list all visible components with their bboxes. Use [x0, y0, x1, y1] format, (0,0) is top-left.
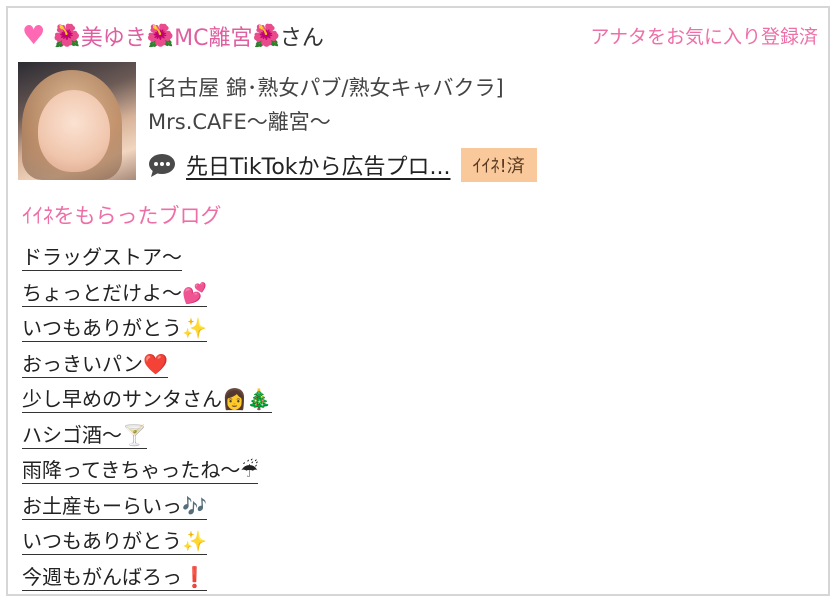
hibiscus-icon: 🌺 [146, 23, 175, 49]
list-item: ちょっとだけよ〜💕 [22, 276, 272, 312]
photo-face [38, 90, 110, 172]
list-item: ハシゴ酒〜🍸 [22, 418, 272, 454]
shop-row: [名古屋 錦･熟女パブ/熟女キャバクラ] Mrs.CAFE〜離宮〜 先日TikT… [18, 62, 818, 186]
blog-link[interactable]: 今週もがんばろっ❗ [22, 564, 207, 591]
list-item: いつもありがとう✨ [22, 524, 272, 560]
shop-category: [名古屋 錦･熟女パブ/熟女キャバクラ] [148, 76, 504, 100]
list-item: お土産もーらいっ🎶 [22, 489, 272, 525]
blog-link[interactable]: ハシゴ酒〜🍸 [22, 422, 147, 449]
card-header: ♥ 🌺 美ゆき 🌺 MC離宮 🌺 さん アナタをお気に入り登録済 [22, 20, 818, 54]
owner-honorific: さん [279, 26, 324, 51]
blog-link[interactable]: 雨降ってきちゃったね〜☔ [22, 458, 259, 484]
shop-name[interactable]: Mrs.CAFE〜離宮〜 [148, 106, 331, 136]
liked-blog-list: ドラッグストア〜 ちょっとだけよ〜💕 いつもありがとう✨ おっきいパン❤️ 少し… [22, 240, 272, 595]
blog-link[interactable]: いつもありがとう✨ [22, 316, 207, 342]
list-item: 今週もがんばろっ❗ [22, 560, 272, 596]
latest-blog-row: 先日TikTokから広告プロ... ｲｲﾈ!済 [148, 148, 537, 182]
section-title: ｲｲﾈをもらったブログ [22, 204, 222, 228]
speech-bubble-icon [149, 154, 175, 177]
hibiscus-icon: 🌺 [53, 23, 81, 49]
profile-photo[interactable] [18, 62, 136, 180]
blog-link[interactable]: ドラッグストア〜 [22, 245, 182, 271]
blog-link[interactable]: おっきいパン❤️ [22, 351, 168, 378]
blog-link[interactable]: お土産もーらいっ🎶 [22, 493, 207, 520]
list-item: ドラッグストア〜 [22, 240, 272, 276]
list-item: 少し早めのサンタさん👩‍🎄 [22, 382, 272, 418]
hibiscus-icon: 🌺 [252, 23, 280, 49]
favorite-status-link[interactable]: アナタをお気に入り登録済 [590, 22, 818, 49]
blog-link[interactable]: 少し早めのサンタさん👩‍🎄 [22, 387, 272, 413]
list-item: おっきいパン❤️ [22, 347, 272, 383]
blog-link[interactable]: ちょっとだけよ〜💕 [22, 280, 207, 307]
favorite-card: ♥ 🌺 美ゆき 🌺 MC離宮 🌺 さん アナタをお気に入り登録済 [名古屋 錦･… [6, 6, 830, 596]
owner-name[interactable]: ♥ 🌺 美ゆき 🌺 MC離宮 🌺 さん [22, 20, 324, 52]
owner-name-part-2: MC離宮 [174, 26, 253, 51]
latest-blog-link[interactable]: 先日TikTokから広告プロ... [186, 149, 451, 181]
blog-link[interactable]: いつもありがとう✨ [22, 529, 207, 555]
owner-name-part-1: 美ゆき [80, 26, 147, 51]
list-item: いつもありがとう✨ [22, 311, 272, 347]
list-item: 雨降ってきちゃったね〜☔ [22, 453, 272, 489]
heart-icon: ♥ [22, 21, 46, 51]
iine-done-badge: ｲｲﾈ!済 [460, 148, 537, 182]
